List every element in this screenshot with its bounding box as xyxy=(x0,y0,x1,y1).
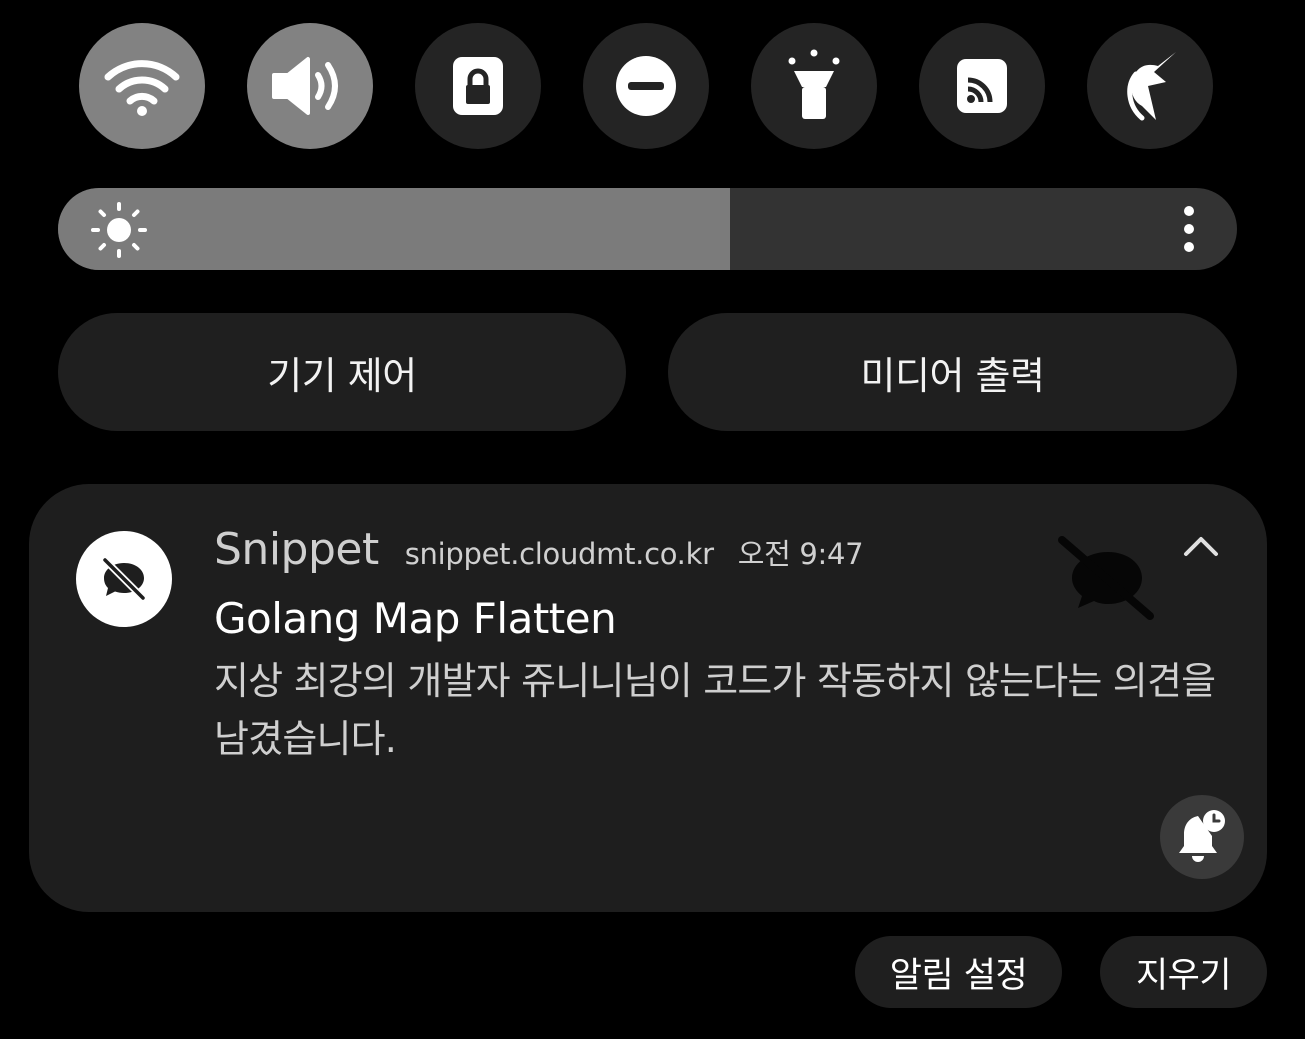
bell-snooze-icon xyxy=(1179,810,1225,862)
snooze-button[interactable] xyxy=(1160,795,1244,879)
sun-icon xyxy=(91,202,147,258)
wifi-icon xyxy=(104,60,180,116)
brightness-slider[interactable] xyxy=(58,188,1237,270)
notification-time: 오전 9:47 xyxy=(737,537,864,571)
notification-settings-button[interactable]: 알림 설정 xyxy=(855,936,1062,1008)
app-name: Snippet xyxy=(214,524,379,575)
unicorn-toggle[interactable] xyxy=(1087,23,1213,149)
more-vertical-icon[interactable] xyxy=(1181,206,1197,252)
unicorn-icon xyxy=(1127,52,1176,121)
do-not-disturb-icon xyxy=(616,56,676,116)
device-control-label: 기기 제어 xyxy=(267,353,417,398)
notification-body: 지상 최강의 개발자 쥬니니님이 코드가 작동하지 않는다는 의견을 남겼습니다… xyxy=(214,659,1216,761)
clear-label: 지우기 xyxy=(1135,955,1232,996)
large-chat-off-icon xyxy=(1058,536,1154,620)
sound-icon xyxy=(272,57,338,115)
notification-title: Golang Map Flatten xyxy=(214,594,617,643)
wifi-toggle[interactable] xyxy=(79,23,205,149)
cast-toggle[interactable] xyxy=(919,23,1045,149)
lock-icon xyxy=(453,57,503,115)
do-not-disturb-toggle[interactable] xyxy=(583,23,709,149)
sound-toggle[interactable] xyxy=(247,23,373,149)
media-output-label: 미디어 출력 xyxy=(860,353,1045,398)
flashlight-icon xyxy=(788,49,840,119)
device-control-button[interactable]: 기기 제어 xyxy=(58,313,626,431)
flashlight-toggle[interactable] xyxy=(751,23,877,149)
app-domain: snippet.cloudmt.co.kr xyxy=(404,537,714,571)
chevron-up-icon[interactable] xyxy=(1181,534,1221,558)
chat-off-icon xyxy=(101,556,147,602)
notification-header: Snippet snippet.cloudmt.co.kr 오전 9:47 xyxy=(214,524,864,575)
clear-button[interactable]: 지우기 xyxy=(1100,936,1267,1008)
screen-lock-toggle[interactable] xyxy=(415,23,541,149)
quick-settings-row xyxy=(79,23,1215,149)
media-output-button[interactable]: 미디어 출력 xyxy=(668,313,1237,431)
notification-settings-label: 알림 설정 xyxy=(889,955,1028,996)
notification-card[interactable]: Snippet snippet.cloudmt.co.kr 오전 9:47 Go… xyxy=(29,484,1267,912)
brightness-level-fill xyxy=(58,188,731,270)
cast-icon xyxy=(957,59,1007,113)
app-icon xyxy=(76,531,172,627)
